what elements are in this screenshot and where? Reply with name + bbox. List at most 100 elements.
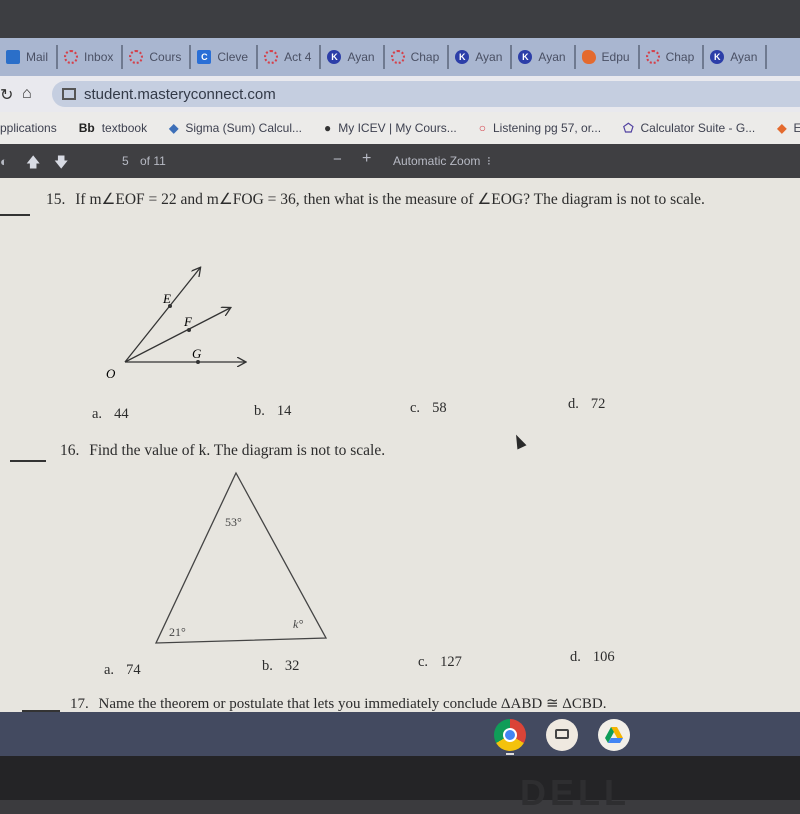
choice-15a[interactable]: a. 44 [92,406,129,423]
question-text: Name the theorem or postulate that lets … [98,696,607,712]
dell-logo: DELL [520,772,630,813]
browser-tab[interactable]: Chap [640,45,705,69]
k-icon: K [710,50,725,64]
bookmark-item[interactable]: ⬠ Calculator Suite - G... [623,121,755,135]
site-info-icon[interactable] [62,88,76,100]
geogebra-icon: ⬠ [623,121,634,135]
choice-15c[interactable]: c. 58 [410,400,447,417]
label-e: E [162,291,171,306]
canvas-icon [390,50,405,64]
bookmark-label: textbook [101,121,148,135]
angle-right-label: k° [293,617,303,631]
k-icon: K [455,50,470,64]
os-shelf [0,712,800,756]
choice-16d[interactable]: d. 106 [570,649,615,666]
zoom-select-arrow-icon[interactable]: ⁝ [487,154,491,168]
browser-tab[interactable]: Cours [123,45,192,69]
bookmark-item[interactable]: ○ Listening pg 57, or... [479,121,601,135]
globe-icon: ● [324,121,332,135]
browser-tab[interactable]: K Ayan [512,45,576,69]
home-icon[interactable]: ⌂ [22,85,32,103]
tab-label: Ayan [347,50,375,64]
edpuzzle-icon: ◆ [777,121,787,135]
canvas-icon [129,50,144,64]
active-app-indicator [506,753,514,755]
question-number: 15. [46,191,66,208]
page-count: of 11 [140,154,166,168]
browser-tab[interactable]: Edpu [576,45,640,69]
question-17: 17. Name the theorem or postulate that l… [70,694,607,712]
browser-tab[interactable]: C Cleve [191,45,259,69]
bookmark-item[interactable]: ● My ICEV | My Cours... [324,121,457,135]
label-g: G [192,346,202,361]
ray-of [124,308,230,363]
bookmark-label: Listening pg 57, or... [492,121,602,135]
browser-tab[interactable]: Inbox [58,45,124,69]
bookmark-label: My ICEV | My Cours... [338,121,457,135]
tab-label: Ayan [475,50,503,64]
tab-label: Chap [665,50,695,64]
tab-label: Ayan [538,50,566,64]
pdf-page: 15. If m∠EOF = 22 and m∠FOG = 36, then w… [0,178,800,712]
k-icon: K [518,50,533,64]
tab-label: Ayan [730,50,758,64]
mouse-cursor [511,432,527,450]
google-drive-icon[interactable] [598,719,630,751]
mail-icon [6,50,20,64]
sigma-icon: ◆ [169,121,179,135]
tab-label: Edpu [601,50,630,64]
page-number-input[interactable]: 5 [122,154,129,168]
bookmark-item[interactable]: ◆ Sigma (Sum) Calcul... [169,121,302,135]
tab-label: Mail [26,50,49,64]
question-16: 16. Find the value of k. The diagram is … [60,442,385,460]
pdf-toolbar: ◐ 🡅 🡇 5 of 11 − + Automatic Zoom ⁝ [0,144,800,178]
question-text: If m∠EOF = 22 and m∠FOG = 36, then what … [75,191,705,208]
choice-16a[interactable]: a. 74 [104,662,141,679]
browser-tab[interactable]: Mail [0,45,59,69]
tab-label: Act 4 [284,50,312,64]
label-o: O [106,366,116,380]
reload-icon[interactable]: ↻ [0,85,13,105]
bookmark-item[interactable]: Bb textbook [79,121,147,135]
bookmark-label: pplications [0,121,57,135]
canvas-icon: ○ [478,121,486,135]
browser-tab[interactable]: Chap [385,45,450,69]
answer-blank-16 [10,460,46,462]
browser-tab[interactable]: K Ayan [321,45,385,69]
browser-tab[interactable]: K Ayan [704,45,768,69]
bookmark-label: Edp [793,121,800,135]
screen-bezel-top [0,0,800,38]
choice-15b[interactable]: b. 14 [254,403,291,420]
chrome-icon[interactable] [494,719,526,751]
zoom-out-button[interactable]: − [333,151,342,168]
angle-diagram: E F G O [106,260,260,380]
tab-label: Inbox [84,50,114,64]
angle-top-label: 53° [225,515,242,529]
bookmark-label: Sigma (Sum) Calcul... [185,121,303,135]
angle-left-label: 21° [169,625,186,639]
tab-label: Cleve [217,50,249,64]
browser-tab-strip: Mail Inbox Cours C Cleve Act 4 K Ayan Chap K Ayan K… [0,38,800,76]
bookmark-item[interactable]: ◆ Edp [777,121,800,135]
choice-15d[interactable]: d. 72 [568,396,605,413]
canvas-icon [264,50,279,64]
previous-page-button[interactable]: 🡅 [26,152,40,176]
url-text[interactable]: student.masteryconnect.com [84,86,276,103]
browser-tab[interactable]: Act 4 [258,45,322,69]
question-number: 16. [60,442,80,459]
answer-blank-15 [0,214,30,216]
zoom-select[interactable]: Automatic Zoom [393,154,480,168]
browser-tab[interactable]: K Ayan [449,45,513,69]
address-bar-row: ↻ ⌂ student.masteryconnect.com [0,76,800,112]
canvas-icon [64,50,79,64]
screencast-icon[interactable] [546,719,578,751]
omnibox[interactable]: student.masteryconnect.com [52,81,800,107]
choice-16b[interactable]: b. 32 [262,658,299,675]
next-page-button[interactable]: 🡇 [54,152,68,176]
choice-16c[interactable]: c. 127 [418,654,462,671]
bookmark-item[interactable]: pplications [0,121,57,135]
label-f: F [183,314,193,329]
zoom-in-button[interactable]: + [362,150,371,168]
question-number: 17. [70,696,89,712]
sidebar-toggle-icon[interactable]: ◐ [0,154,8,169]
